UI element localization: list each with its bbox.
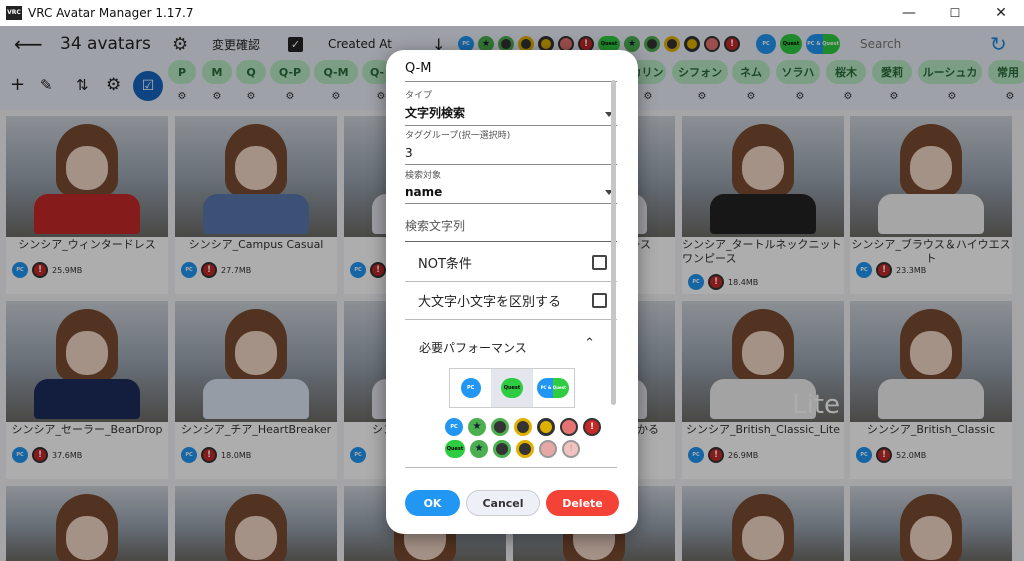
quest-good-icon[interactable] <box>516 440 534 458</box>
tag-group-label: タググループ(択一選択時) <box>405 131 511 141</box>
performance-section: 必要パフォーマンス ⌃ PC Quest PC & Quest PC ★ ! Q… <box>405 328 617 468</box>
search-target-select[interactable]: 検索対象 name <box>405 168 617 204</box>
title-bar: VRC VRC Avatar Manager 1.17.7 — ☐ ✕ <box>0 0 1024 26</box>
search-string-placeholder: 検索文字列 <box>405 219 466 233</box>
not-condition-label: NOT条件 <box>418 257 472 272</box>
quest-very-poor-icon-disabled[interactable]: ! <box>562 440 580 458</box>
type-value: 文字列検索 <box>405 106 466 120</box>
good-rank-icon[interactable] <box>514 418 532 436</box>
app-logo-icon: VRC <box>6 6 22 20</box>
tag-name-value: Q-M <box>405 61 432 76</box>
search-target-value: name <box>405 185 443 199</box>
app-window: VRC VRC Avatar Manager 1.17.7 — ☐ ✕ ⟵ 34… <box>0 0 1024 561</box>
not-condition-row[interactable]: NOT条件 <box>405 244 617 282</box>
search-string-input[interactable]: 検索文字列 <box>405 212 617 242</box>
minimize-button[interactable]: — <box>886 0 932 26</box>
platform-pc-quest-option[interactable]: PC & Quest <box>533 369 574 407</box>
delete-button[interactable]: Delete <box>546 490 619 516</box>
ok-button[interactable]: OK <box>405 490 460 516</box>
platform-pc-option[interactable]: PC <box>450 369 491 407</box>
platform-toggle: PC Quest PC & Quest <box>449 368 575 408</box>
star-icon[interactable]: ★ <box>468 418 486 436</box>
maximize-button[interactable]: ☐ <box>932 0 978 26</box>
not-condition-checkbox[interactable] <box>592 255 607 270</box>
case-sensitive-label: 大文字小文字を区別する <box>418 295 562 310</box>
medium-rank-icon[interactable] <box>537 418 555 436</box>
type-label: タイプ <box>405 91 433 101</box>
platform-quest-option[interactable]: Quest <box>491 369 533 407</box>
tag-name-field[interactable]: Q-M <box>405 58 617 82</box>
case-sensitive-checkbox[interactable] <box>592 293 607 308</box>
quest-excellent-icon[interactable] <box>493 440 511 458</box>
tag-group-field[interactable]: タググループ(択一選択時) 3 <box>405 128 617 165</box>
window-title: VRC Avatar Manager 1.17.7 <box>28 6 194 20</box>
quest-poor-icon-disabled[interactable] <box>539 440 557 458</box>
chevron-up-icon[interactable]: ⌃ <box>584 336 595 351</box>
type-select[interactable]: タイプ 文字列検索 <box>405 88 617 126</box>
quest-star-icon[interactable]: ★ <box>470 440 488 458</box>
tag-edit-dialog: Q-M タイプ 文字列検索 タググループ(択一選択時) 3 検索対象 name … <box>386 50 638 534</box>
close-button[interactable]: ✕ <box>978 0 1024 26</box>
quest-rank-badge[interactable]: Quest <box>445 440 465 458</box>
case-sensitive-row[interactable]: 大文字小文字を区別する <box>405 282 617 320</box>
excellent-rank-icon[interactable] <box>491 418 509 436</box>
dialog-scrollbar[interactable] <box>611 80 616 405</box>
required-performance-label: 必要パフォーマンス <box>419 341 527 355</box>
pc-rank-row: PC ★ ! <box>445 418 601 436</box>
search-target-label: 検索対象 <box>405 171 442 181</box>
cancel-button[interactable]: Cancel <box>466 490 540 516</box>
quest-rank-row: Quest ★ ! <box>445 440 580 458</box>
very-poor-rank-icon[interactable]: ! <box>583 418 601 436</box>
poor-rank-icon[interactable] <box>560 418 578 436</box>
tag-group-value: 3 <box>405 146 413 160</box>
pc-rank-badge[interactable]: PC <box>445 418 463 436</box>
